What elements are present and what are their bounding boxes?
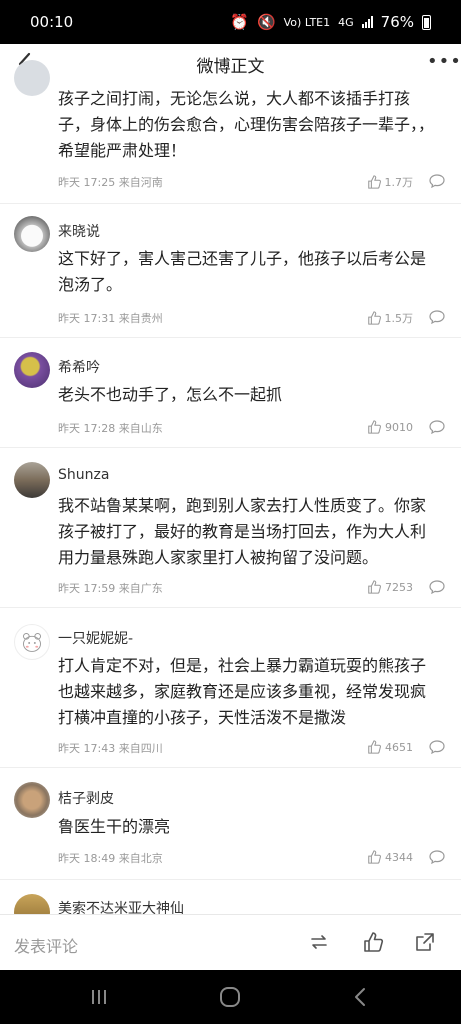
avatar[interactable] <box>14 782 50 818</box>
like-count: 4651 <box>385 740 413 754</box>
like-button[interactable]: 1.5万 <box>367 310 414 326</box>
like-count: 4344 <box>385 850 413 864</box>
like-button[interactable]: 1.7万 <box>367 174 414 190</box>
page-title: 微博正文 <box>196 56 265 77</box>
comment-text: 这下好了，害人害己还害了儿子，他孩子以后考公是泡汤了。 <box>58 249 427 294</box>
status-icons: ⏰ 🔇 Vo) LTE1 4G 76% <box>230 13 431 31</box>
thumbs-up-icon <box>367 175 381 189</box>
like-button[interactable]: 4651 <box>367 740 413 754</box>
status-time: 00:10 <box>30 13 74 31</box>
bear-avatar-icon <box>23 633 41 652</box>
back-nav-icon[interactable] <box>350 986 372 1008</box>
avatar[interactable] <box>14 60 50 96</box>
reply-icon[interactable] <box>429 580 445 594</box>
thumbs-up-icon <box>368 580 381 594</box>
comment-text: 打人肯定不对，但是，社会上暴力霸道玩耍的熊孩子也越来越多，家庭教育还是应该多重视… <box>58 656 427 727</box>
network-label: Vo) LTE1 <box>283 15 331 29</box>
avatar[interactable] <box>14 352 50 388</box>
comment-text: 老头不也动手了，怎么不一起抓 <box>58 385 283 404</box>
comment-text: 我不站鲁某某啊，跑到别人家去打人性质变了。你家孩子被打了，最好的教育是当场打回去… <box>58 496 427 567</box>
mute-icon: 🔇 <box>256 13 276 31</box>
comment-text: 鲁医生干的漂亮 <box>58 817 171 836</box>
repost-icon[interactable] <box>308 931 330 953</box>
comment-item: 孩子之间打闹，无论怎么说，大人都不该插手打孩子，身体上的伤会愈合，心理伤害会陪孩… <box>0 60 461 204</box>
comment-meta: 昨天 17:59 来自广东 <box>58 582 163 595</box>
comment-meta: 昨天 17:31 来自贵州 <box>58 312 163 325</box>
system-nav-bar <box>0 970 461 1024</box>
thumbs-up-icon <box>368 740 381 754</box>
signal-type: 4G <box>338 15 354 29</box>
page-header: 微博正文 ••• <box>0 44 461 84</box>
reply-icon[interactable] <box>429 310 445 324</box>
signal-icon <box>361 16 373 28</box>
comment-username[interactable]: 一只妮妮妮- <box>58 628 133 648</box>
more-icon[interactable]: ••• <box>427 52 461 76</box>
battery-icon <box>422 14 431 30</box>
comment-item: 美索不达米亚大神仙 <box>0 880 461 914</box>
comment-input[interactable]: 发表评论 <box>14 933 78 957</box>
reply-icon[interactable] <box>429 740 445 754</box>
thumbs-up-icon <box>368 850 381 864</box>
status-bar: 00:10 ⏰ 🔇 Vo) LTE1 4G 76% <box>0 0 461 44</box>
thumbs-up-icon[interactable] <box>362 931 384 953</box>
comment-action-bar: 发表评论 <box>0 914 461 970</box>
thumbs-up-icon <box>367 311 381 325</box>
avatar[interactable] <box>14 894 50 914</box>
comment-username[interactable]: 桔子剥皮 <box>58 788 114 808</box>
reply-icon[interactable] <box>429 174 445 188</box>
like-button[interactable]: 9010 <box>367 420 413 434</box>
comment-item: 一只妮妮妮- 打人肯定不对，但是，社会上暴力霸道玩耍的熊孩子也越来越多，家庭教育… <box>0 608 461 768</box>
comment-meta: 昨天 18:49 来自北京 <box>58 852 163 865</box>
comment-meta: 昨天 17:28 来自山东 <box>58 422 163 435</box>
alarm-icon: ⏰ <box>230 13 249 31</box>
avatar[interactable] <box>14 624 50 660</box>
comment-item: Shunza 我不站鲁某某啊，跑到别人家去打人性质变了。你家孩子被打了，最好的教… <box>0 448 461 608</box>
avatar[interactable] <box>14 462 50 498</box>
like-count: 1.7万 <box>384 176 414 189</box>
share-icon[interactable] <box>414 931 436 953</box>
battery-label: 76% <box>380 13 414 31</box>
thumbs-up-icon <box>368 420 381 434</box>
like-button[interactable]: 7253 <box>367 580 413 594</box>
comment-item: 希希吟 老头不也动手了，怎么不一起抓 昨天 17:28 来自山东 9010 <box>0 338 461 448</box>
reply-icon[interactable] <box>429 850 445 864</box>
comment-item: 来晓说 这下好了，害人害己还害了儿子，他孩子以后考公是泡汤了。 昨天 17:31… <box>0 204 461 338</box>
comment-username[interactable]: 美索不达米亚大神仙 <box>58 898 184 914</box>
like-count: 9010 <box>385 420 413 434</box>
home-icon[interactable] <box>219 986 241 1008</box>
like-count: 1.5万 <box>384 312 414 325</box>
comment-meta: 昨天 17:43 来自四川 <box>58 742 163 755</box>
reply-icon[interactable] <box>429 420 445 434</box>
comment-item: 桔子剥皮 鲁医生干的漂亮 昨天 18:49 来自北京 4344 <box>0 768 461 880</box>
like-button[interactable]: 4344 <box>367 850 413 864</box>
comment-text: 孩子之间打闹，无论怎么说，大人都不该插手打孩子，身体上的伤会愈合，心理伤害会陪孩… <box>58 89 435 160</box>
recent-apps-icon[interactable] <box>88 986 110 1008</box>
comment-meta: 昨天 17:25 来自河南 <box>58 176 163 189</box>
comment-username[interactable]: Shunza <box>58 467 109 483</box>
comment-username[interactable]: 希希吟 <box>58 357 100 377</box>
like-count: 7253 <box>385 580 413 594</box>
comment-username[interactable]: 来晓说 <box>58 221 100 241</box>
avatar[interactable] <box>14 216 50 252</box>
